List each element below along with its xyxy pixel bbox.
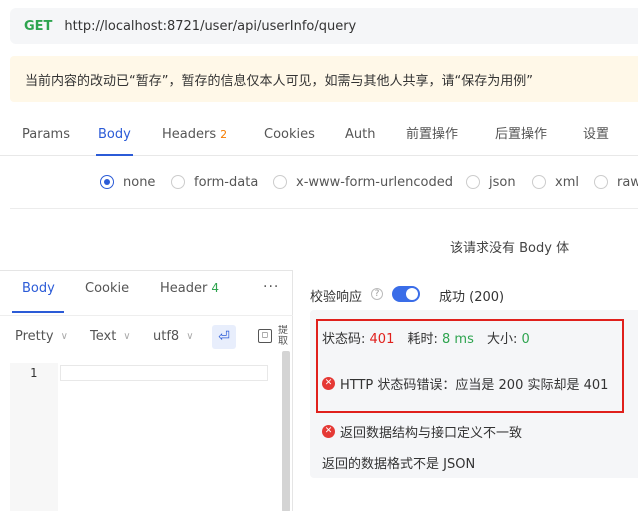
draft-notice: 当前内容的改动已“暂存”，暂存的信息仅本人可见，如需与其他人共享，请“保存为用例…: [10, 56, 638, 102]
radio-label: raw: [617, 174, 638, 190]
response-header-count-badge: 4: [211, 281, 219, 295]
tab-auth[interactable]: Auth: [345, 118, 375, 156]
radio-label: form-data: [194, 174, 259, 190]
radio-label: json: [489, 174, 516, 190]
mode-select-value: Text: [90, 329, 117, 344]
radio-dot: [532, 175, 546, 189]
tab-cookies[interactable]: Cookies: [264, 118, 315, 156]
response-panel: Body Cookie Header 4 ··· Pretty ∨ Text ∨ ut…: [0, 270, 293, 511]
time-value: 8 ms: [442, 332, 474, 347]
tab-post-ops[interactable]: 后置操作: [495, 118, 547, 156]
radio-none[interactable]: none: [100, 172, 155, 192]
radio-dot: [594, 175, 608, 189]
http-method[interactable]: GET: [24, 19, 52, 34]
tab-headers[interactable]: Headers 2: [162, 118, 227, 156]
request-tabs: Params Body Headers 2 Cookies Auth 前置操作 后…: [0, 118, 638, 156]
tab-pre-ops[interactable]: 前置操作: [406, 118, 458, 156]
error-schema-text: 返回数据结构与接口定义不一致: [340, 426, 523, 441]
no-body-message: 该请求没有 Body 体: [450, 241, 570, 256]
chevron-down-icon: ∨: [186, 331, 194, 342]
status-summary: 状态码: 401 耗时: 8 ms 大小: 0: [322, 328, 530, 347]
response-tab-body[interactable]: Body: [22, 281, 55, 296]
status-code-value: 401: [369, 332, 395, 347]
radio-dot: [100, 175, 114, 189]
radio-raw[interactable]: raw: [594, 172, 638, 192]
radio-xml[interactable]: xml: [532, 172, 579, 192]
request-body-area: 该请求没有 Body 体: [10, 208, 638, 268]
extract-label[interactable]: 提取: [278, 325, 290, 347]
tab-body[interactable]: Body: [96, 118, 133, 156]
chevron-down-icon: ∨: [123, 331, 131, 342]
help-icon[interactable]: ?: [371, 288, 383, 300]
tab-params[interactable]: Params: [22, 118, 70, 156]
mode-select[interactable]: Text ∨: [90, 329, 131, 344]
radio-dot: [273, 175, 287, 189]
headers-count-badge: 2: [220, 128, 228, 141]
error-schema: ✕ 返回数据结构与接口定义不一致: [322, 422, 522, 441]
active-tab-indicator: [12, 311, 64, 313]
radio-json[interactable]: json: [466, 172, 516, 192]
radio-dot: [466, 175, 480, 189]
tab-headers-label: Headers: [162, 127, 217, 142]
error-status-code: ✕ HTTP 状态码错误：应当是 200 实际却是 401: [322, 374, 608, 393]
url-bar[interactable]: GET http://localhost:8721/user/api/userI…: [10, 8, 638, 44]
validate-response-label: 校验响应: [310, 290, 363, 305]
encoding-select[interactable]: utf8 ∨: [153, 329, 194, 344]
word-wrap-icon[interactable]: ⏎: [212, 325, 236, 349]
chevron-down-icon: ∨: [60, 331, 68, 342]
error-status-code-text: HTTP 状态码错误：应当是 200 实际却是 401: [340, 378, 609, 393]
radio-label: none: [123, 174, 156, 190]
validate-toggle[interactable]: [392, 286, 420, 302]
radio-label: x-www-form-urlencoded: [296, 174, 454, 190]
response-tab-header[interactable]: Header 4: [160, 281, 219, 296]
response-tab-cookie[interactable]: Cookie: [85, 281, 129, 296]
response-editor[interactable]: 1: [10, 363, 282, 511]
line-number: 1: [30, 366, 38, 380]
error-schema-detail: 返回的数据格式不是 JSON: [322, 457, 476, 472]
encoding-select-value: utf8: [153, 329, 180, 344]
tab-settings[interactable]: 设置: [583, 118, 609, 156]
validation-result: 成功 (200): [439, 290, 505, 305]
radio-urlencoded[interactable]: x-www-form-urlencoded: [273, 172, 453, 192]
response-tab-header-label: Header: [160, 281, 208, 296]
url-input[interactable]: http://localhost:8721/user/api/userInfo/…: [64, 19, 356, 34]
error-icon: ✕: [322, 377, 335, 390]
radio-form-data[interactable]: form-data: [171, 172, 258, 192]
divider: [0, 315, 293, 316]
radio-label: xml: [555, 174, 579, 190]
size-value: 0: [521, 332, 530, 347]
radio-dot: [171, 175, 185, 189]
scrollbar[interactable]: [282, 351, 290, 511]
error-icon: ✕: [322, 425, 335, 438]
format-select[interactable]: Pretty ∨: [15, 329, 68, 344]
line-gutter: [10, 363, 58, 511]
more-icon[interactable]: ···: [263, 279, 279, 295]
extract-icon[interactable]: ◻: [258, 329, 272, 343]
draft-notice-text: 当前内容的改动已“暂存”，暂存的信息仅本人可见，如需与其他人共享，请“保存为用例…: [25, 73, 533, 89]
size-label: 大小:: [487, 332, 518, 347]
format-select-value: Pretty: [15, 329, 54, 344]
validation-panel: 校验响应 ? 成功 (200) 状态码: 401 耗时: 8 ms 大小: 0 …: [296, 270, 638, 511]
status-code-label: 状态码:: [322, 332, 366, 347]
time-label: 耗时:: [407, 332, 438, 347]
active-line: [60, 365, 268, 381]
